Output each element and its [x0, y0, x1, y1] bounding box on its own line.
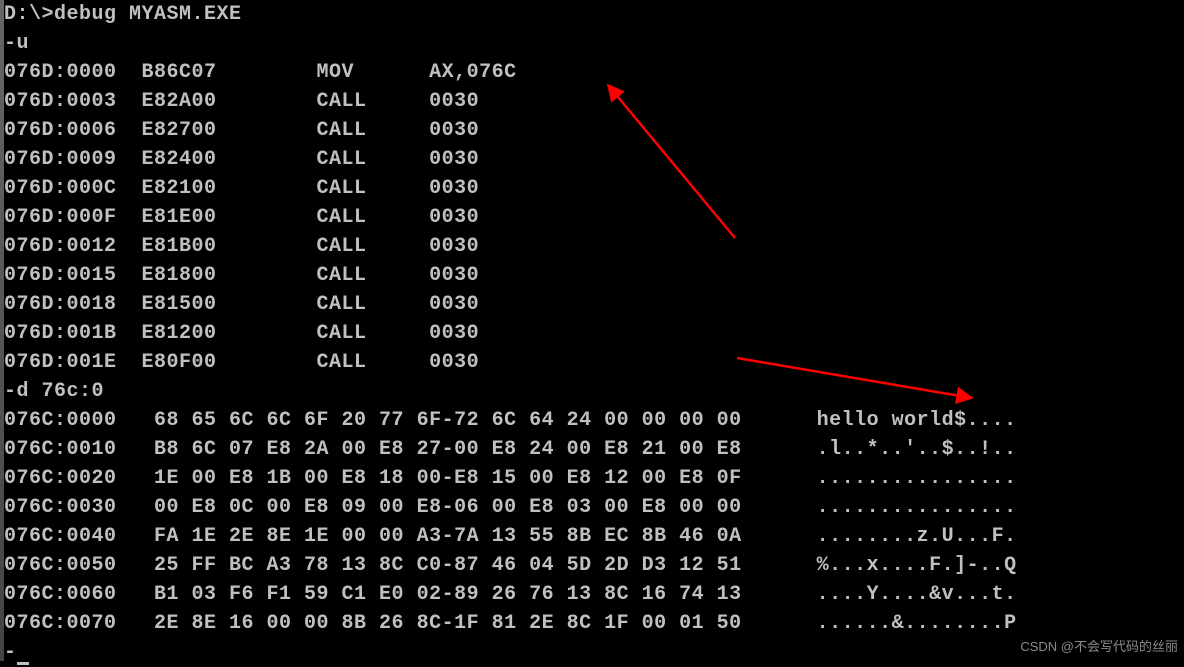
- disasm-row: 076D:000F E81E00 CALL 0030: [4, 203, 1184, 232]
- terminal-output: D:\>debug MYASM.EXE-u076D:0000 B86C07 MO…: [4, 0, 1184, 667]
- dump-row: 076C:0050 25 FF BC A3 78 13 8C C0-87 46 …: [4, 551, 1184, 580]
- disasm-row: 076D:0000 B86C07 MOV AX,076C: [4, 58, 1184, 87]
- command-d: -d 76c:0: [4, 377, 1184, 406]
- disasm-row: 076D:001E E80F00 CALL 0030: [4, 348, 1184, 377]
- disasm-row: 076D:0006 E82700 CALL 0030: [4, 116, 1184, 145]
- command-u: -u: [4, 29, 1184, 58]
- disasm-row: 076D:001B E81200 CALL 0030: [4, 319, 1184, 348]
- cursor: [17, 662, 29, 665]
- disasm-row: 076D:0015 E81800 CALL 0030: [4, 261, 1184, 290]
- disasm-row: 076D:000C E82100 CALL 0030: [4, 174, 1184, 203]
- disasm-row: 076D:0018 E81500 CALL 0030: [4, 290, 1184, 319]
- dump-row: 076C:0060 B1 03 F6 F1 59 C1 E0 02-89 26 …: [4, 580, 1184, 609]
- disasm-row: 076D:0009 E82400 CALL 0030: [4, 145, 1184, 174]
- dump-row: 076C:0030 00 E8 0C 00 E8 09 00 E8-06 00 …: [4, 493, 1184, 522]
- disasm-row: 076D:0003 E82A00 CALL 0030: [4, 87, 1184, 116]
- dump-row: 076C:0010 B8 6C 07 E8 2A 00 E8 27-00 E8 …: [4, 435, 1184, 464]
- cursor-line[interactable]: -: [4, 638, 1184, 667]
- window-left-edge: [0, 0, 4, 661]
- dump-row: 076C:0020 1E 00 E8 1B 00 E8 18 00-E8 15 …: [4, 464, 1184, 493]
- dump-row: 076C:0040 FA 1E 2E 8E 1E 00 00 A3-7A 13 …: [4, 522, 1184, 551]
- dump-row: 076C:0000 68 65 6C 6C 6F 20 77 6F-72 6C …: [4, 406, 1184, 435]
- dump-row: 076C:0070 2E 8E 16 00 00 8B 26 8C-1F 81 …: [4, 609, 1184, 638]
- disasm-row: 076D:0012 E81B00 CALL 0030: [4, 232, 1184, 261]
- prompt-line: D:\>debug MYASM.EXE: [4, 0, 1184, 29]
- csdn-watermark: CSDN @不会写代码的丝丽: [1020, 638, 1178, 657]
